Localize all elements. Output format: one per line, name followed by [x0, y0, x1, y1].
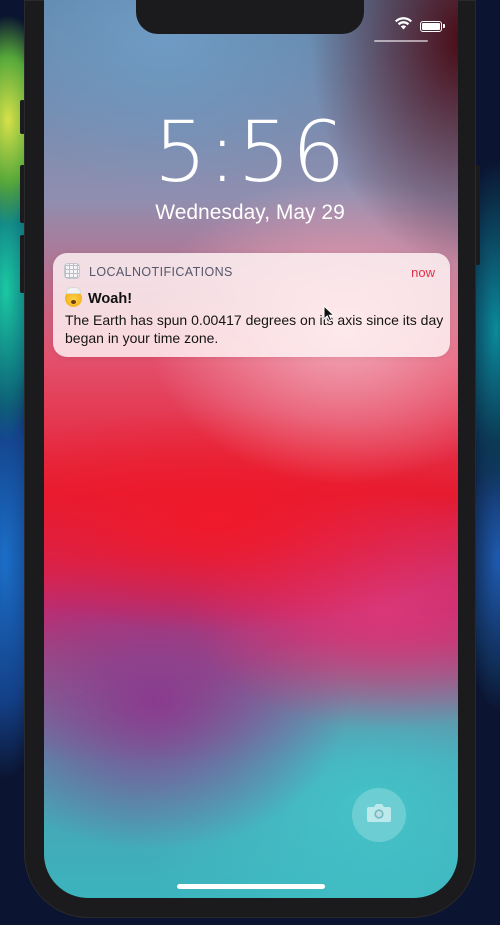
- battery-icon: [420, 20, 445, 32]
- lock-screen-date: Wednesday, May 29: [155, 201, 345, 224]
- mouse-pointer-icon: [323, 304, 336, 327]
- status-bar: [395, 17, 445, 35]
- camera-button[interactable]: [352, 788, 406, 842]
- wifi-icon: [395, 17, 412, 35]
- notification-body: The Earth has spun 0.00417 degrees on it…: [65, 312, 444, 346]
- notification-title-row: Woah!: [65, 287, 133, 307]
- notification-title: Woah!: [88, 290, 133, 307]
- grid-app-icon: [64, 263, 80, 279]
- camera-icon: [366, 803, 392, 828]
- status-bar-indicator: [374, 40, 428, 42]
- lock-screen-time: 5:56: [153, 103, 347, 201]
- notification-time: now: [411, 265, 435, 280]
- notification-app-name: LOCALNOTIFICATIONS: [89, 265, 233, 279]
- exploding-head-emoji-icon: [65, 287, 82, 307]
- notch: [136, 0, 364, 34]
- notification-card[interactable]: LOCALNOTIFICATIONS now Woah! The Earth h…: [53, 253, 450, 357]
- home-indicator[interactable]: [177, 884, 325, 889]
